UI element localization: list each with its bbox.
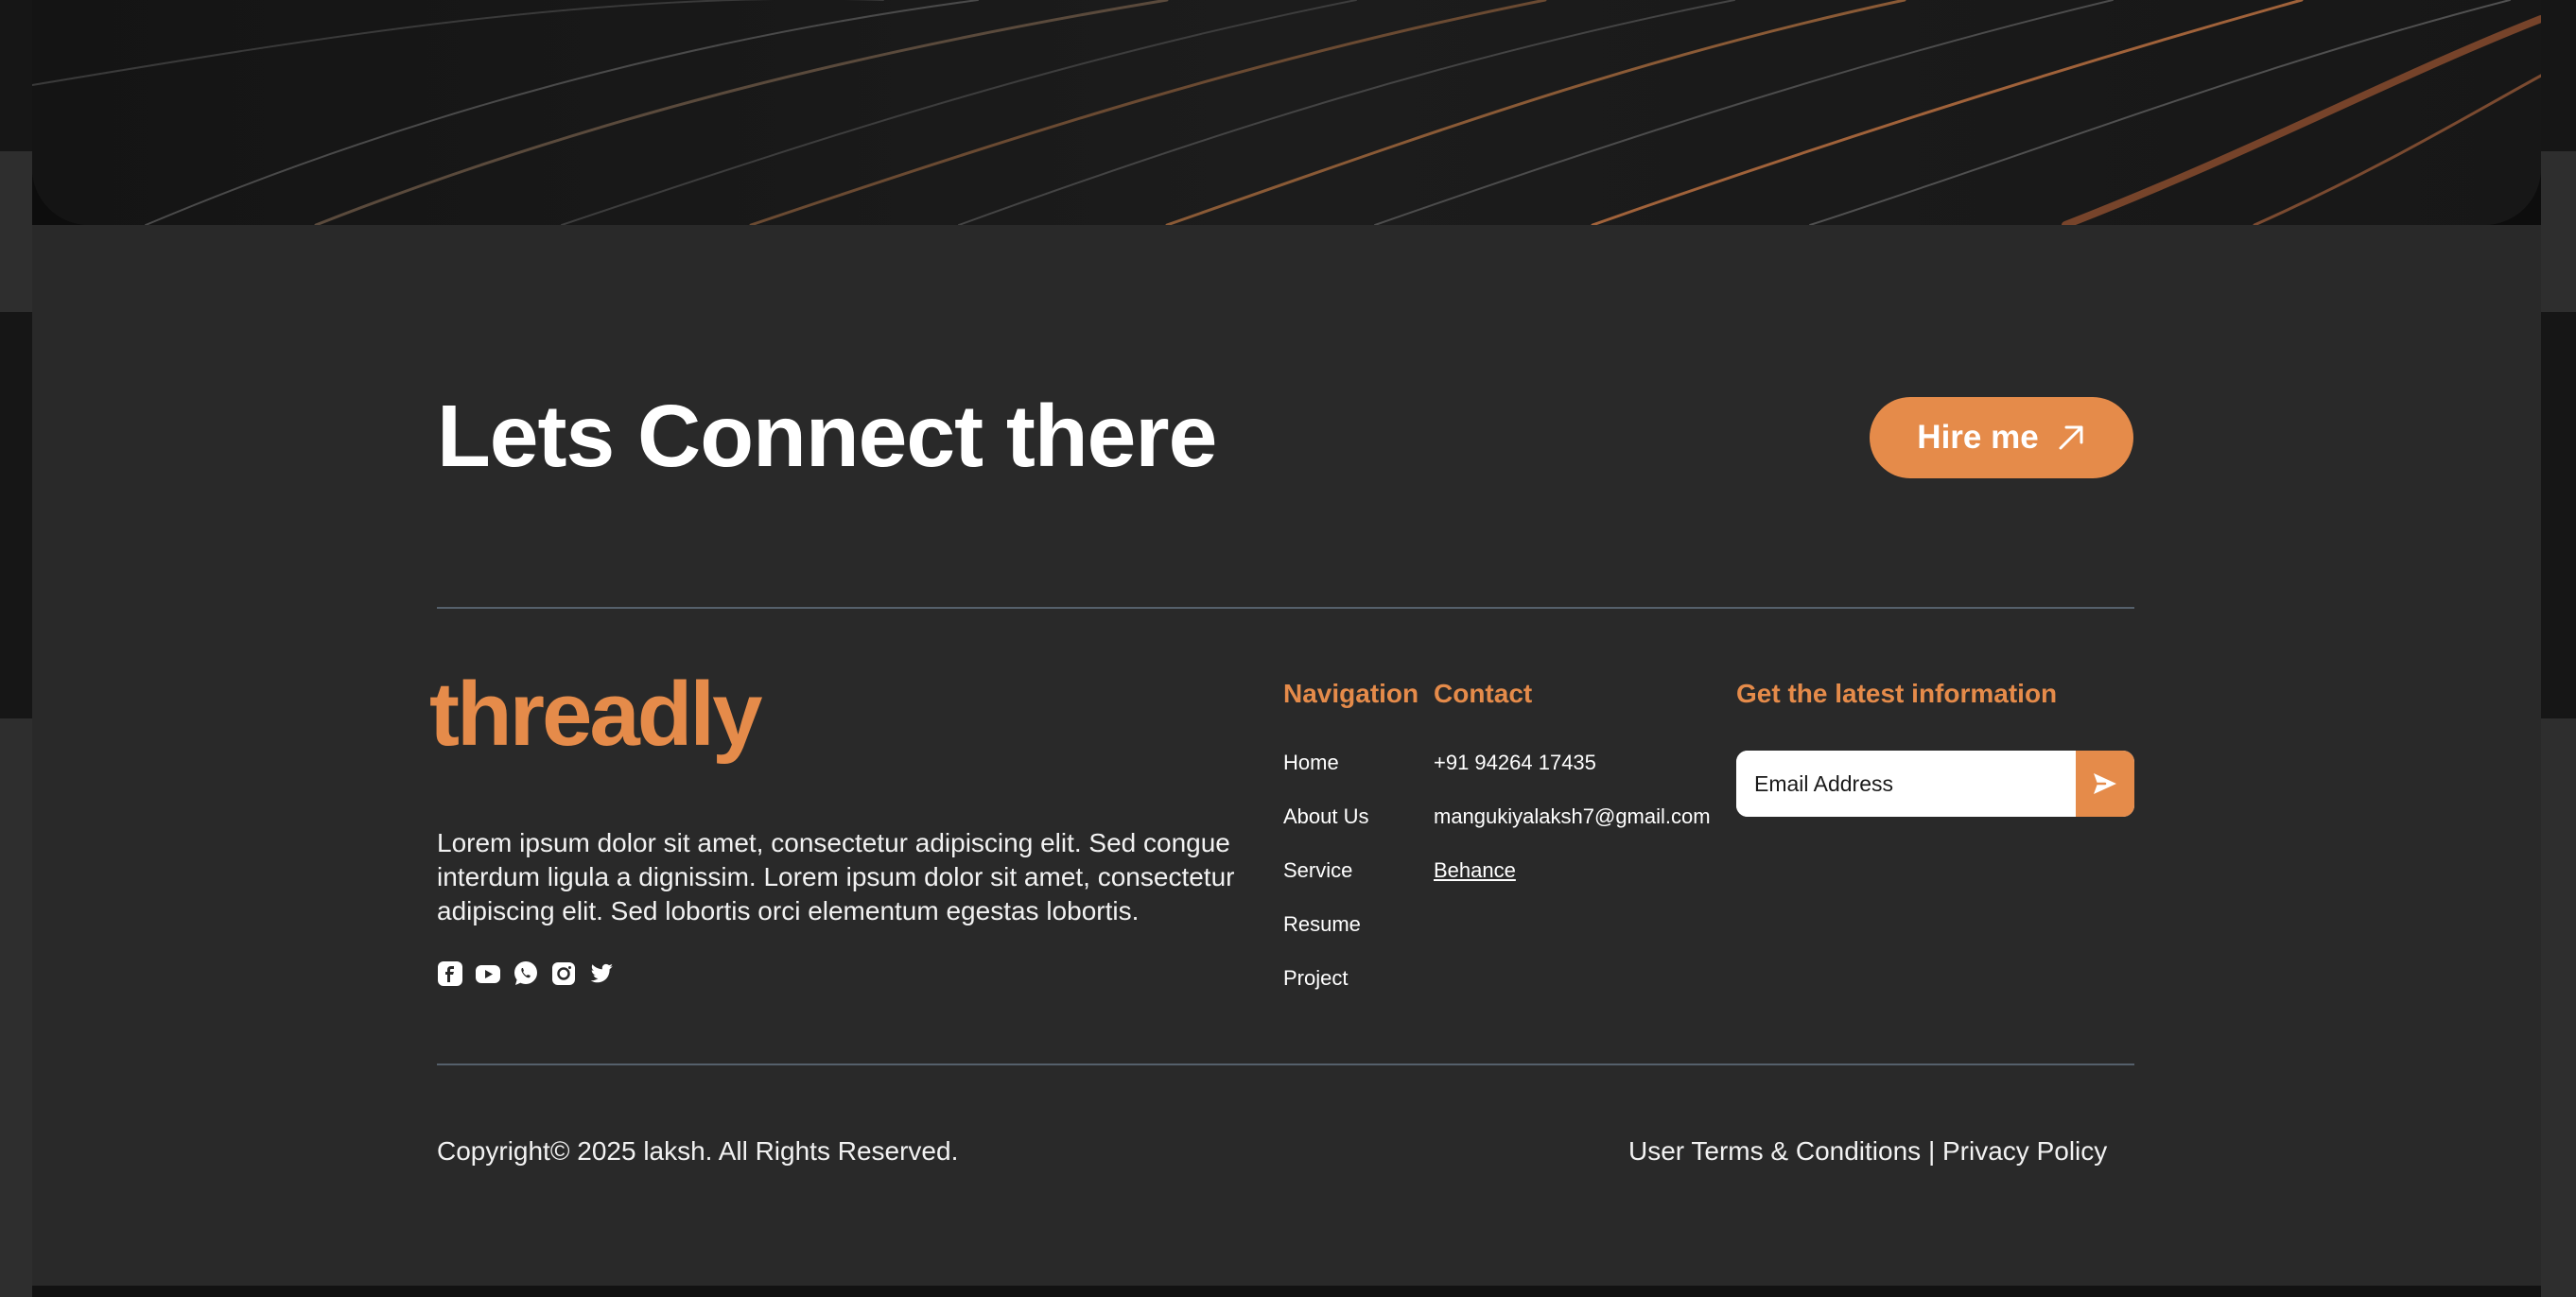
send-icon <box>2094 773 2116 794</box>
legal-separator: | <box>1927 1136 1936 1166</box>
social-links <box>437 960 615 987</box>
divider-top <box>437 607 2134 609</box>
nav-link-project-text[interactable]: Project <box>1283 966 1348 990</box>
nav-link-service[interactable]: Service <box>1283 858 1369 912</box>
divider-bottom <box>437 1064 2134 1065</box>
connect-headline: Lets Connect there <box>437 387 1217 485</box>
whatsapp-icon[interactable] <box>513 960 539 987</box>
youtube-icon[interactable] <box>475 960 501 987</box>
nav-link-service-text[interactable]: Service <box>1283 858 1352 882</box>
footer-panel: Lets Connect there Hire me threadly Lore… <box>32 225 2541 1286</box>
threadly-logo[interactable]: threadly <box>429 669 762 760</box>
about-text: Lorem ipsum dolor sit amet, consectetur … <box>437 828 1235 925</box>
facebook-icon[interactable] <box>437 960 463 987</box>
contact-behance[interactable]: Behance <box>1434 858 1711 912</box>
contact-heading: Contact <box>1434 679 1533 708</box>
hire-me-label: Hire me <box>1917 419 2039 456</box>
privacy-link[interactable]: Privacy Policy <box>1942 1136 2107 1166</box>
background-image-left <box>0 312 32 718</box>
navigation-list: Home About Us Service Resume Project <box>1283 751 1369 1020</box>
arrow-up-right-icon <box>2059 425 2083 450</box>
behance-link[interactable]: Behance <box>1434 858 1516 882</box>
nav-link-project[interactable]: Project <box>1283 966 1369 1020</box>
background-card-left <box>0 0 32 151</box>
nav-link-about-us-text[interactable]: About Us <box>1283 804 1369 828</box>
nav-link-about-us[interactable]: About Us <box>1283 804 1369 858</box>
legal-links: User Terms & Conditions | Privacy Policy <box>1628 1136 2144 1167</box>
background-card-right <box>2541 0 2576 151</box>
nav-link-resume[interactable]: Resume <box>1283 912 1369 966</box>
newsletter-heading: Get the latest information <box>1736 679 2058 708</box>
send-button[interactable] <box>2076 751 2134 817</box>
background-image-right <box>2541 312 2576 718</box>
twitter-icon[interactable] <box>588 960 615 987</box>
contact-email-text[interactable]: mangukiyalaksh7@gmail.com <box>1434 804 1711 828</box>
contact-phone[interactable]: +91 94264 17435 <box>1434 751 1711 804</box>
contact-list: +91 94264 17435 mangukiyalaksh7@gmail.co… <box>1434 751 1711 912</box>
hero-image <box>32 0 2541 225</box>
newsletter-form <box>1736 751 2134 817</box>
nav-link-home[interactable]: Home <box>1283 751 1369 804</box>
navigation-heading: Navigation <box>1283 679 1419 708</box>
contact-email[interactable]: mangukiyalaksh7@gmail.com <box>1434 804 1711 858</box>
hire-me-button[interactable]: Hire me <box>1870 397 2133 478</box>
contact-phone-text[interactable]: +91 94264 17435 <box>1434 751 1596 774</box>
email-input[interactable] <box>1736 751 2076 817</box>
copyright-text: Copyright© 2025 laksh. All Rights Reserv… <box>437 1136 959 1166</box>
terms-link[interactable]: User Terms & Conditions <box>1628 1136 1921 1166</box>
nav-link-resume-text[interactable]: Resume <box>1283 912 1361 936</box>
nav-link-home-text[interactable]: Home <box>1283 751 1339 774</box>
instagram-icon[interactable] <box>550 960 577 987</box>
bottom-strip <box>32 1286 2541 1297</box>
